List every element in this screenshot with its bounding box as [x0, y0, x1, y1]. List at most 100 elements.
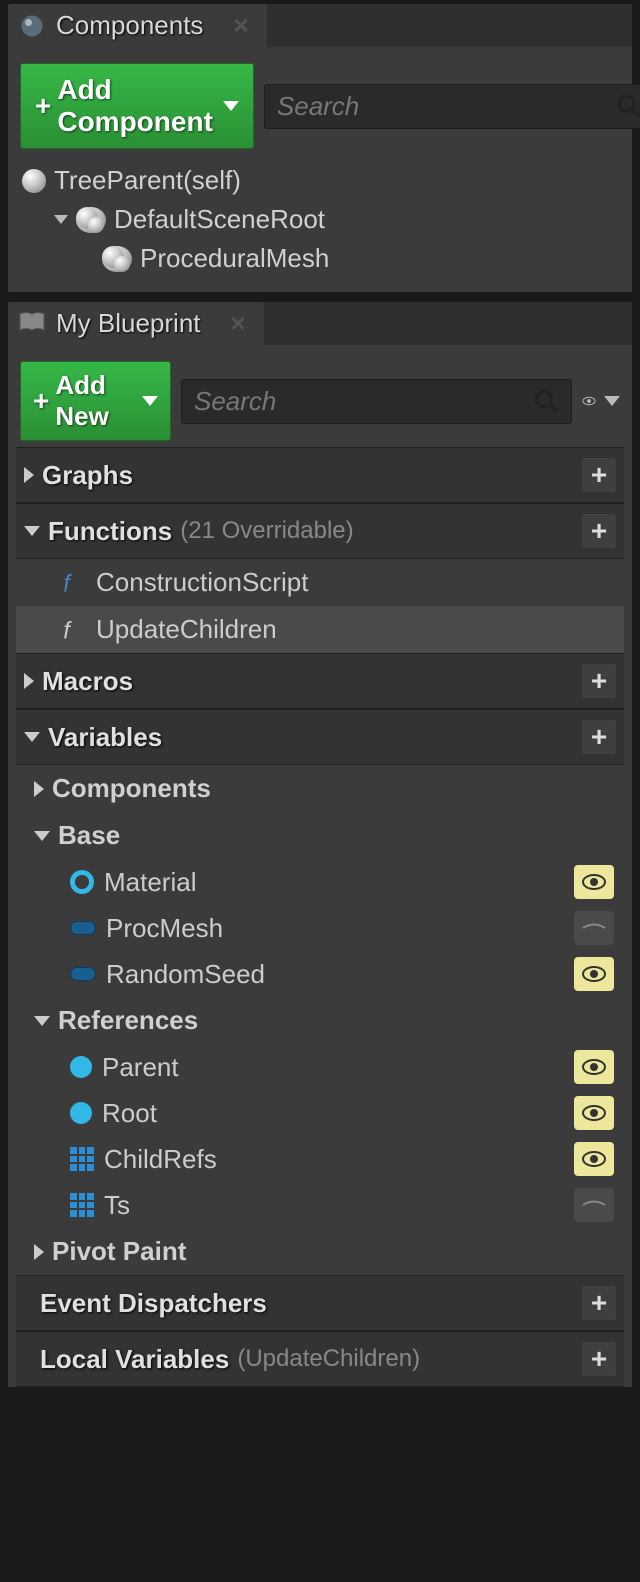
section-macros[interactable]: Macros + [16, 653, 624, 709]
collapse-icon[interactable] [34, 1016, 50, 1026]
components-search[interactable] [264, 84, 640, 129]
collapse-icon[interactable] [24, 526, 40, 536]
add-new-button[interactable]: + Add New [20, 361, 171, 441]
visibility-toggle[interactable] [574, 911, 614, 945]
macros-label: Macros [42, 666, 133, 697]
functions-sub: (21 Overridable) [180, 517, 353, 545]
local-vars-label: Local Variables [40, 1344, 229, 1375]
close-icon[interactable]: × [231, 308, 246, 339]
category-pivotpaint[interactable]: Pivot Paint [16, 1228, 624, 1275]
components-body: + Add Component TreeParent(self) Default… [8, 47, 632, 292]
components-tab[interactable]: Components × [8, 4, 267, 47]
visibility-toggle[interactable] [574, 1142, 614, 1176]
puzzle-icon [18, 12, 46, 40]
visibility-toggle[interactable] [574, 865, 614, 899]
components-search-input[interactable] [277, 91, 616, 122]
var-ts[interactable]: Ts [16, 1182, 624, 1228]
eye-icon [582, 391, 596, 411]
chevron-down-icon [223, 101, 239, 111]
var-procmesh[interactable]: ProcMesh [16, 905, 624, 951]
collapse-icon[interactable] [34, 831, 50, 841]
mesh-icon [102, 246, 132, 272]
add-dispatcher-button[interactable]: + [582, 1286, 616, 1320]
plus-icon: + [35, 90, 51, 122]
add-component-button[interactable]: + Add Component [20, 63, 254, 149]
section-variables[interactable]: Variables + [16, 709, 624, 765]
visibility-toggle[interactable] [574, 1096, 614, 1130]
tree-root-label: DefaultSceneRoot [114, 204, 325, 235]
blueprint-tab-header: My Blueprint × [8, 302, 632, 345]
blueprint-panel: My Blueprint × + Add New Graphs + [8, 302, 632, 1387]
object-icon [70, 967, 96, 981]
svg-text:f: f [63, 570, 72, 595]
expand-icon[interactable] [24, 673, 34, 689]
graphs-label: Graphs [42, 460, 133, 491]
svg-text:f: f [63, 617, 72, 642]
section-functions[interactable]: Functions (21 Overridable) + [16, 503, 624, 559]
section-graphs[interactable]: Graphs + [16, 447, 624, 503]
section-event-dispatchers[interactable]: Event Dispatchers + [16, 1275, 624, 1331]
expand-icon[interactable] [54, 215, 68, 224]
chevron-down-icon [142, 396, 158, 406]
object-ref-icon [70, 1102, 92, 1124]
blueprint-tab-title: My Blueprint [56, 308, 201, 339]
expand-icon[interactable] [24, 467, 34, 483]
category-components[interactable]: Components [16, 765, 624, 812]
tree-self-label: TreeParent(self) [54, 165, 241, 196]
var-label: ChildRefs [104, 1144, 217, 1175]
function-constructionscript[interactable]: f ConstructionScript [16, 559, 624, 606]
section-local-variables[interactable]: Local Variables (UpdateChildren) + [16, 1331, 624, 1387]
functions-label: Functions [48, 516, 172, 547]
category-references[interactable]: References [16, 997, 624, 1044]
add-macro-button[interactable]: + [582, 664, 616, 698]
var-label: RandomSeed [106, 959, 265, 990]
var-label: Ts [104, 1190, 130, 1221]
collapse-icon[interactable] [24, 732, 40, 742]
chevron-down-icon [604, 396, 620, 406]
blueprint-search-input[interactable] [194, 386, 533, 417]
add-local-var-button[interactable]: + [582, 1342, 616, 1376]
add-graph-button[interactable]: + [582, 458, 616, 492]
var-label: Material [104, 867, 196, 898]
close-icon[interactable]: × [233, 10, 248, 41]
search-icon [616, 93, 640, 119]
blueprint-search[interactable] [181, 379, 572, 424]
visibility-toggle[interactable] [574, 1188, 614, 1222]
add-new-label: Add New [55, 370, 132, 432]
var-label: Root [102, 1098, 157, 1129]
visibility-toggle[interactable] [574, 957, 614, 991]
add-component-label: Add Component [57, 74, 213, 138]
category-label: Components [52, 773, 211, 804]
tree-row-procmesh[interactable]: ProceduralMesh [16, 239, 624, 278]
variables-label: Variables [48, 722, 162, 753]
var-parent[interactable]: Parent [16, 1044, 624, 1090]
function-label: ConstructionScript [96, 567, 308, 598]
add-variable-button[interactable]: + [582, 720, 616, 754]
expand-icon[interactable] [34, 781, 44, 797]
view-options-button[interactable] [582, 387, 620, 415]
material-icon [70, 870, 94, 894]
expand-icon[interactable] [34, 1244, 44, 1260]
blueprint-tab[interactable]: My Blueprint × [8, 302, 264, 345]
var-root[interactable]: Root [16, 1090, 624, 1136]
components-tree: TreeParent(self) DefaultSceneRoot Proced… [16, 155, 624, 278]
plus-icon: + [33, 385, 49, 417]
tree-row-sceneroot[interactable]: DefaultSceneRoot [16, 200, 624, 239]
var-randomseed[interactable]: RandomSeed [16, 951, 624, 997]
function-label: UpdateChildren [96, 614, 277, 645]
category-label: Pivot Paint [52, 1236, 186, 1267]
visibility-toggle[interactable] [574, 1050, 614, 1084]
actor-icon [22, 169, 46, 193]
tree-procmesh-label: ProceduralMesh [140, 243, 329, 274]
object-ref-icon [70, 1056, 92, 1078]
var-childrefs[interactable]: ChildRefs [16, 1136, 624, 1182]
array-icon [70, 1193, 94, 1217]
category-base[interactable]: Base [16, 812, 624, 859]
add-function-button[interactable]: + [582, 514, 616, 548]
event-dispatchers-label: Event Dispatchers [40, 1288, 267, 1319]
blueprint-body: + Add New Graphs + Functions (21 Overrid… [8, 345, 632, 1387]
tree-row-self[interactable]: TreeParent(self) [16, 161, 624, 200]
function-updatechildren[interactable]: f UpdateChildren [16, 606, 624, 653]
components-tab-title: Components [56, 10, 203, 41]
var-material[interactable]: Material [16, 859, 624, 905]
